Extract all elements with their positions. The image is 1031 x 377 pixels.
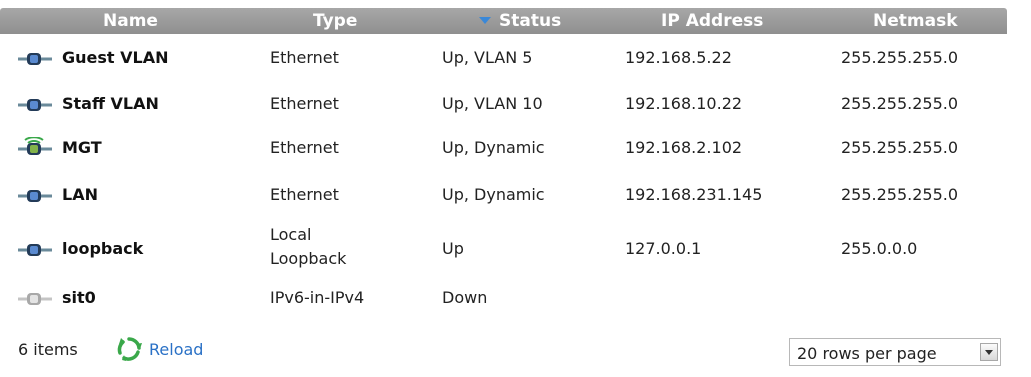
interface-status: Up, Dynamic — [442, 185, 545, 204]
column-header-status-label: Status — [499, 11, 562, 31]
interface-status: Up, Dynamic — [442, 138, 545, 157]
interface-netmask: 255.255.255.0 — [841, 138, 959, 157]
reload-icon[interactable] — [116, 336, 142, 362]
wireless-interface-icon — [18, 136, 52, 163]
interface-ip-address: 192.168.10.22 — [625, 94, 743, 113]
table-row[interactable]: LAN Ethernet Up, Dynamic 192.168.231.145 255… — [0, 185, 1007, 209]
items-count: 6 items — [18, 340, 78, 359]
interface-name: Guest VLAN — [62, 48, 169, 67]
column-header-type[interactable]: Type — [313, 8, 357, 34]
network-interface-icon — [18, 93, 52, 119]
interface-type-line2: Loopback — [270, 249, 347, 268]
interface-ip-address: 127.0.0.1 — [625, 239, 702, 258]
interface-netmask: 255.255.255.0 — [841, 185, 959, 204]
interface-type: Ethernet — [270, 138, 339, 157]
interface-name: sit0 — [62, 288, 96, 307]
table-row[interactable]: MGT Ethernet Up, Dynamic 192.168.2.102 255.2… — [0, 136, 1007, 164]
table-row[interactable]: loopback Local Loopback Up 127.0.0.1 255.0.0.… — [0, 225, 1007, 275]
table-row[interactable]: Staff VLAN Ethernet Up, VLAN 10 192.168.10.… — [0, 94, 1007, 118]
interface-type: Ethernet — [270, 48, 339, 67]
interface-type: IPv6-in-IPv4 — [270, 288, 365, 307]
disabled-interface-icon — [18, 287, 52, 313]
network-interface-icon — [18, 47, 52, 73]
interface-ip-address: 192.168.231.145 — [625, 185, 763, 204]
interface-status: Down — [442, 288, 488, 307]
interface-name: loopback — [62, 239, 144, 258]
interface-ip-address: 192.168.5.22 — [625, 48, 732, 67]
interface-type: Local — [270, 225, 312, 244]
interface-name: LAN — [62, 185, 98, 204]
interface-status: Up, VLAN 5 — [442, 48, 533, 67]
interface-name: Staff VLAN — [62, 94, 159, 113]
rows-per-page-value: 20 rows per page — [797, 344, 937, 363]
sort-descending-icon — [479, 16, 491, 24]
interface-status: Up, VLAN 10 — [442, 94, 543, 113]
interface-netmask: 255.0.0.0 — [841, 239, 918, 258]
column-header-name[interactable]: Name — [103, 8, 158, 34]
interface-ip-address: 192.168.2.102 — [625, 138, 743, 157]
table-footer: 6 items Reload 20 rows per page — [0, 332, 1007, 372]
reload-link[interactable]: Reload — [149, 340, 203, 359]
interfaces-grid: Name Type Status IP Address Netmask Gues… — [0, 0, 1031, 377]
interface-netmask: 255.255.255.0 — [841, 48, 959, 67]
interface-type: Ethernet — [270, 94, 339, 113]
table-row[interactable]: Guest VLAN Ethernet Up, VLAN 5 192.168.5.22… — [0, 48, 1007, 72]
rows-per-page-select[interactable]: 20 rows per page — [789, 338, 1001, 366]
column-header-netmask[interactable]: Netmask — [873, 8, 958, 34]
interface-netmask: 255.255.255.0 — [841, 94, 959, 113]
table-header: Name Type Status IP Address Netmask — [0, 8, 1007, 34]
interface-status: Up — [442, 239, 464, 258]
chevron-down-icon[interactable] — [980, 343, 998, 361]
interface-name: MGT — [62, 138, 102, 157]
column-header-status[interactable]: Status — [479, 8, 561, 34]
network-interface-icon — [18, 238, 52, 264]
network-interface-icon — [18, 184, 52, 210]
interface-type: Ethernet — [270, 185, 339, 204]
table-row[interactable]: sit0 IPv6-in-IPv4 Down — [0, 288, 1007, 312]
column-header-ip-address[interactable]: IP Address — [661, 8, 763, 34]
